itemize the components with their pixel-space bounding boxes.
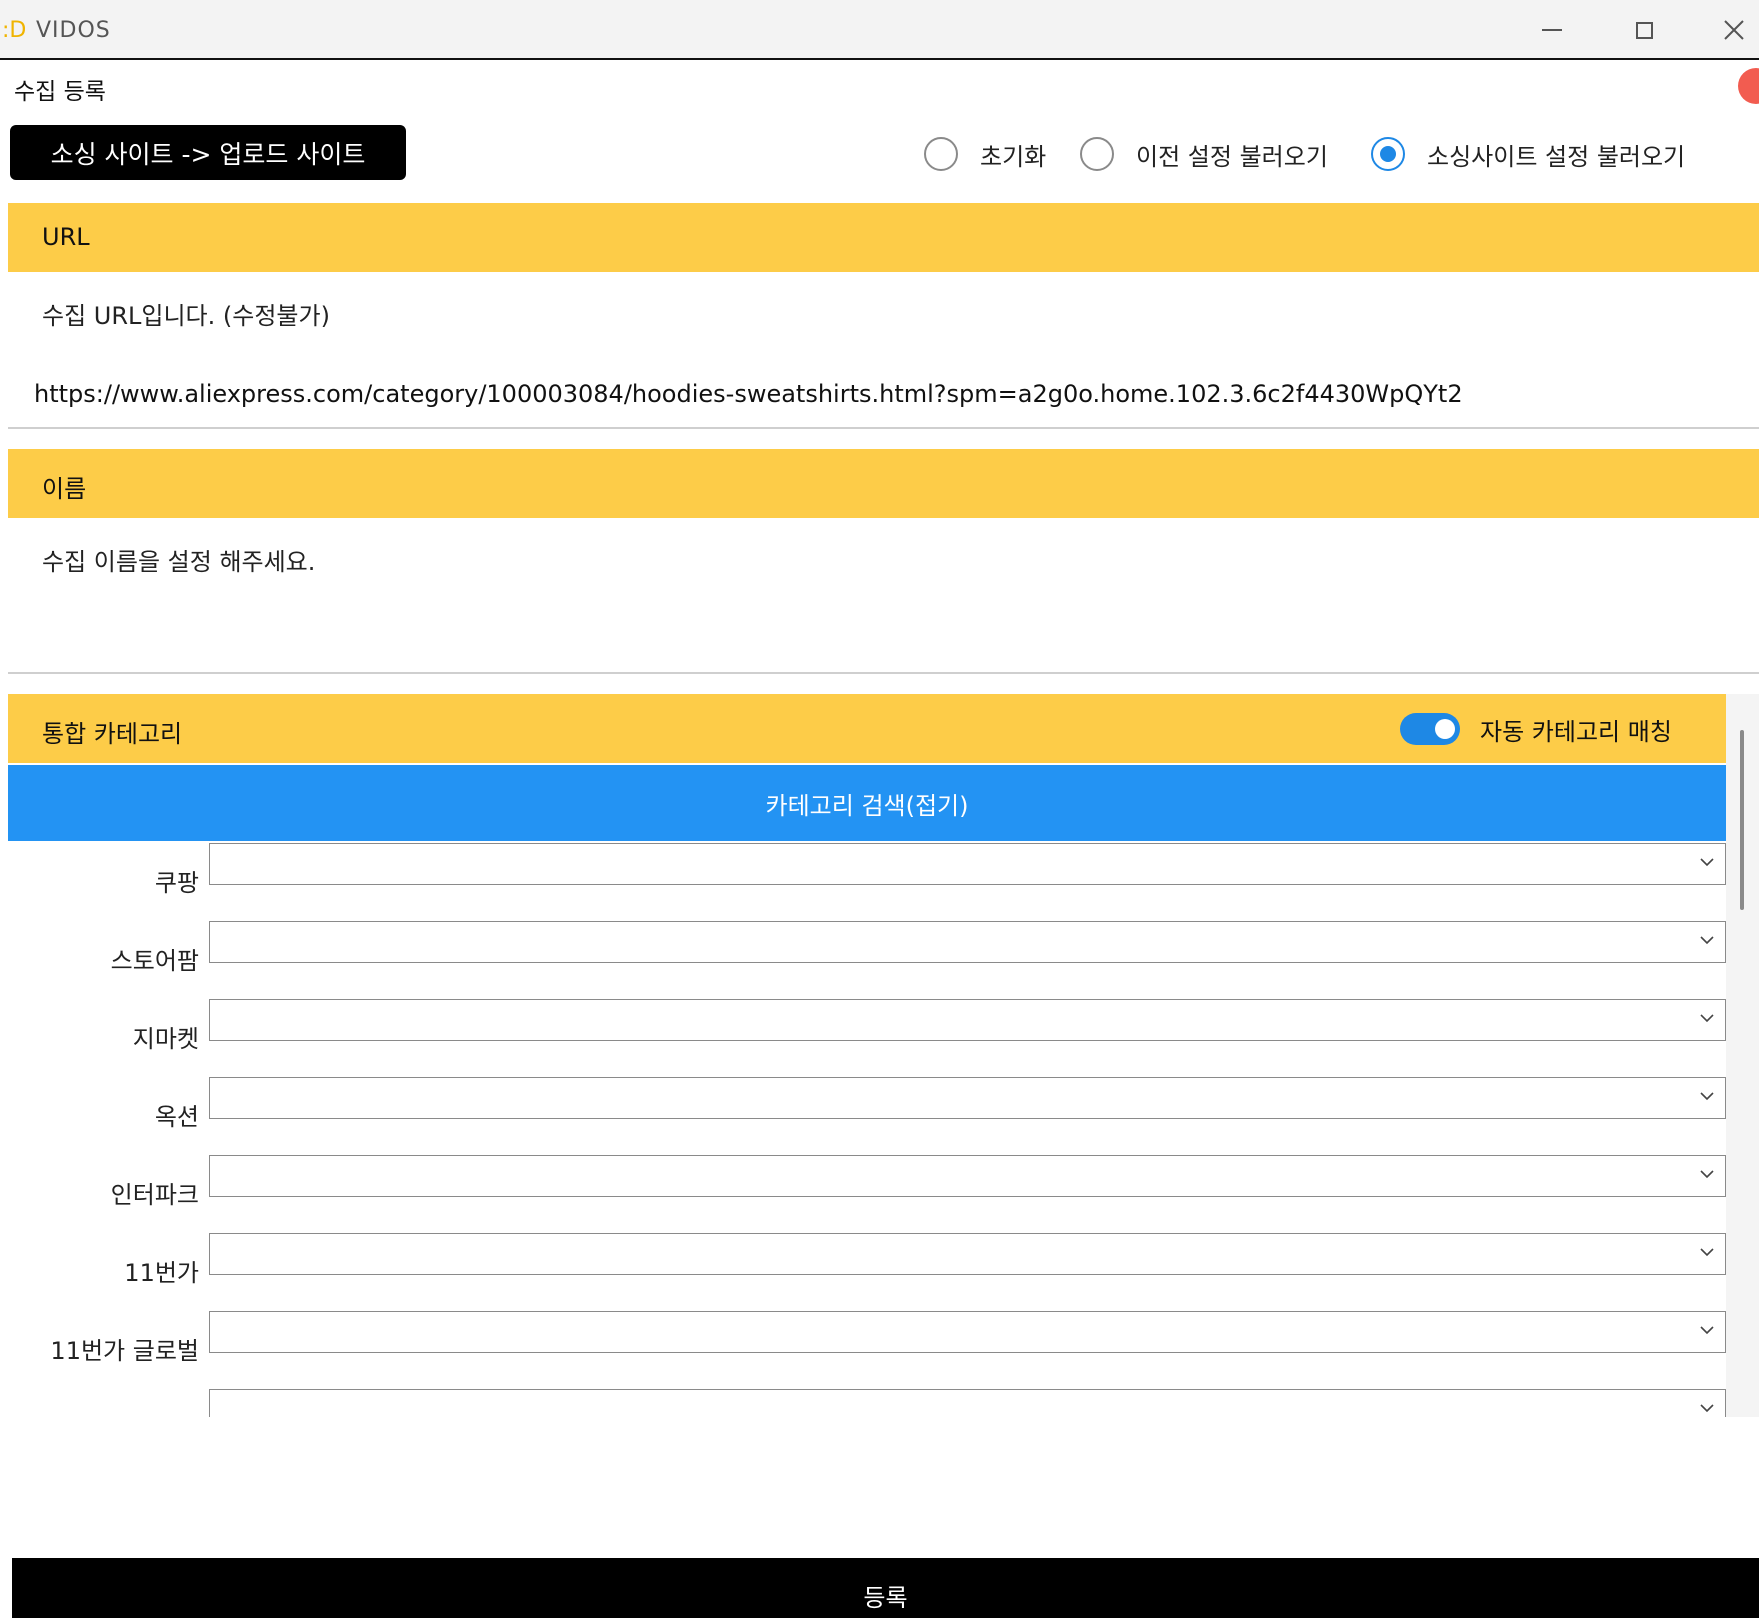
category-list: 쿠팡 스토어팜 지마켓 옥션 인터파크 11번가 11번가 글로벌 티몬 <box>0 841 1759 1417</box>
auto-match-toggle[interactable] <box>1400 713 1460 745</box>
radio-label: 초기화 <box>980 142 1047 171</box>
chevron-down-icon <box>1700 1326 1714 1335</box>
chevron-down-icon <box>1700 1248 1714 1257</box>
category-select[interactable] <box>209 1311 1726 1353</box>
auto-match-label: 자동 카테고리 매칭 <box>1480 718 1672 746</box>
direction-button[interactable]: 소싱 사이트 -> 업로드 사이트 <box>10 125 406 180</box>
chevron-down-icon <box>1700 1170 1714 1179</box>
category-select[interactable] <box>209 1077 1726 1119</box>
category-label: 티몬 <box>155 1409 199 1417</box>
category-select[interactable] <box>209 1389 1726 1417</box>
radio-label: 소싱사이트 설정 불러오기 <box>1427 142 1686 171</box>
category-label: 지마켓 <box>132 1025 199 1053</box>
radio-circle <box>924 137 958 171</box>
radio-load-sourcing[interactable]: 소싱사이트 설정 불러오기 <box>1371 134 1685 174</box>
category-row: 쿠팡 <box>0 841 1759 919</box>
maximize-icon <box>1635 21 1653 39</box>
category-label: 11번가 <box>124 1259 199 1287</box>
category-row: 11번가 글로벌 <box>0 1309 1759 1387</box>
category-row: 티몬 <box>0 1387 1759 1417</box>
category-label: 11번가 글로벌 <box>50 1337 199 1365</box>
app-title: VIDOS <box>36 18 111 43</box>
chevron-down-icon <box>1700 858 1714 867</box>
chevron-down-icon <box>1700 936 1714 945</box>
url-description: 수집 URL입니다. (수정불가) <box>42 302 330 330</box>
minimize-icon <box>1542 29 1562 31</box>
category-row: 인터파크 <box>0 1153 1759 1231</box>
app-logo: :D <box>2 18 27 43</box>
title-bar: :D VIDOS <box>0 0 1759 60</box>
category-select[interactable] <box>209 843 1726 885</box>
section-title: URL <box>42 223 90 251</box>
category-select[interactable] <box>209 921 1726 963</box>
radio-circle-checked <box>1371 137 1405 171</box>
name-input[interactable] <box>8 580 1759 670</box>
category-search-button[interactable]: 카테고리 검색(접기) <box>8 765 1726 841</box>
category-label: 옥션 <box>154 1103 199 1131</box>
register-button[interactable]: 등록 <box>12 1558 1759 1618</box>
name-description: 수집 이름을 설정 해주세요. <box>42 548 316 576</box>
chevron-down-icon <box>1700 1014 1714 1023</box>
category-row: 스토어팜 <box>0 919 1759 997</box>
divider <box>8 427 1759 429</box>
status-dot <box>1738 68 1759 104</box>
category-label: 쿠팡 <box>154 869 199 897</box>
divider <box>8 672 1759 674</box>
close-button[interactable] <box>1712 10 1756 50</box>
radio-load-previous[interactable]: 이전 설정 불러오기 <box>1080 134 1328 174</box>
radio-label: 이전 설정 불러오기 <box>1136 142 1328 171</box>
scrollbar[interactable] <box>1726 694 1759 1417</box>
section-title: 통합 카테고리 <box>42 720 183 748</box>
category-row: 지마켓 <box>0 997 1759 1075</box>
close-icon <box>1724 20 1744 40</box>
category-label: 인터파크 <box>110 1181 199 1209</box>
maximize-button[interactable] <box>1622 10 1666 50</box>
category-row: 옥션 <box>0 1075 1759 1153</box>
name-section-header: 이름 <box>8 449 1759 518</box>
category-select[interactable] <box>209 999 1726 1041</box>
radio-circle <box>1080 137 1114 171</box>
section-title: 이름 <box>42 475 87 503</box>
radio-reset[interactable]: 초기화 <box>924 134 1046 174</box>
toggle-knob <box>1435 719 1455 739</box>
category-select[interactable] <box>209 1155 1726 1197</box>
chevron-down-icon <box>1700 1404 1714 1413</box>
radio-dot <box>1380 146 1396 162</box>
url-section-header: URL <box>8 203 1759 272</box>
category-row: 11번가 <box>0 1231 1759 1309</box>
category-select[interactable] <box>209 1233 1726 1275</box>
chevron-down-icon <box>1700 1092 1714 1101</box>
scrollbar-thumb[interactable] <box>1740 730 1744 910</box>
page-title: 수집 등록 <box>14 79 106 105</box>
minimize-button[interactable] <box>1530 10 1574 50</box>
category-section-header: 통합 카테고리 <box>8 694 1726 763</box>
category-label: 스토어팜 <box>110 947 199 975</box>
url-field[interactable]: https://www.aliexpress.com/category/1000… <box>34 380 1463 408</box>
